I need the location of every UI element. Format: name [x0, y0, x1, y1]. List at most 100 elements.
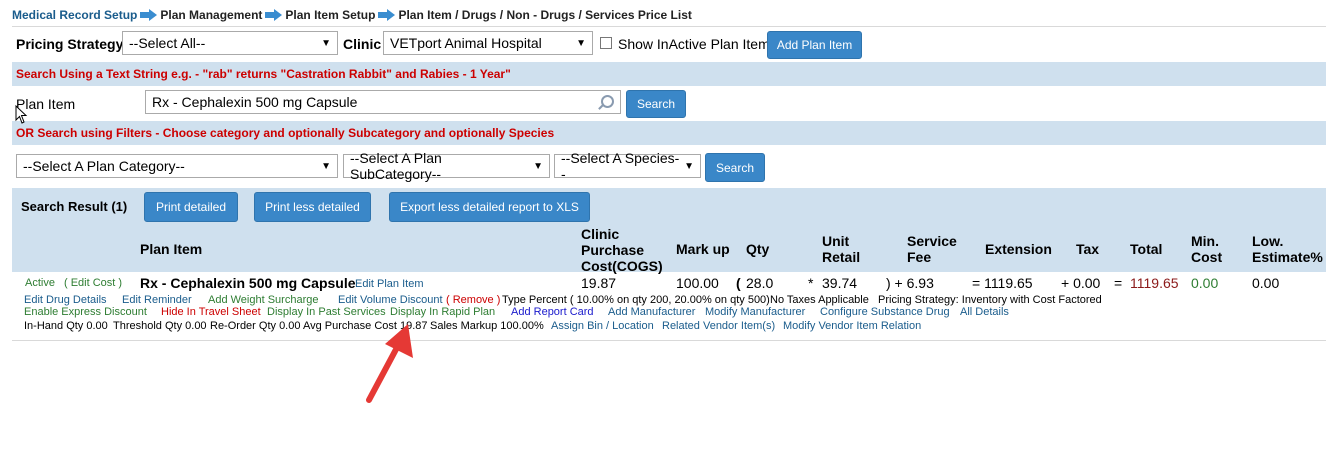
show-inactive-label: Show InActive Plan Item	[618, 36, 770, 52]
plan-item-name: Rx - Cephalexin 500 mg Capsule	[140, 275, 356, 291]
add-weight-surcharge-link[interactable]: Add Weight Surcharge	[208, 294, 318, 306]
qty-open-paren: (	[736, 275, 741, 291]
caret-down-icon: ▼	[576, 38, 586, 49]
enable-express-discount-link[interactable]: Enable Express Discount	[24, 306, 147, 318]
plan-category-select[interactable]: --Select A Plan Category-- ▼	[16, 154, 338, 178]
col-cogs: Clinic Purchase Cost(COGS)	[581, 226, 663, 274]
breadcrumb-medical-record-setup[interactable]: Medical Record Setup	[12, 8, 137, 22]
tax-value: + 0.00	[1061, 275, 1101, 291]
breadcrumb-current: Plan Item / Drugs / Non - Drugs / Servic…	[398, 8, 692, 22]
col-service-fee-line1: Service	[907, 233, 957, 249]
total-value: 1119.65	[1130, 275, 1179, 291]
display-in-rapid-plan-link[interactable]: Display In Rapid Plan	[390, 306, 495, 318]
edit-reminder-link[interactable]: Edit Reminder	[122, 294, 192, 306]
col-min-cost-line1: Min.	[1191, 233, 1219, 249]
plan-category-value: --Select A Plan Category--	[23, 158, 185, 174]
col-cogs-line3: Cost(COGS)	[581, 258, 663, 274]
markup-value: 100.00	[676, 275, 719, 291]
modify-manufacturer-link[interactable]: Modify Manufacturer	[705, 306, 805, 318]
filter-search-button[interactable]: Search	[705, 153, 765, 182]
in-hand-qty: In-Hand Qty 0.00	[24, 320, 108, 332]
col-extension: Extension	[985, 241, 1052, 257]
edit-volume-discount-link[interactable]: Edit Volume Discount	[338, 294, 443, 306]
caret-down-icon: ▼	[321, 161, 331, 172]
unit-retail-value: 39.74	[822, 275, 858, 291]
col-unit-retail-line1: Unit	[822, 233, 850, 249]
modify-vendor-item-relation-link[interactable]: Modify Vendor Item Relation	[783, 320, 921, 332]
col-low-estimate-line1: Low.	[1252, 233, 1284, 249]
times-sign: *	[808, 275, 814, 291]
related-vendor-items-link[interactable]: Related Vendor Item(s)	[662, 320, 775, 332]
qty-value: 28.0	[746, 275, 774, 291]
divider	[12, 340, 1326, 341]
plan-item-search-value: Rx - Cephalexin 500 mg Capsule	[152, 94, 358, 110]
breadcrumb: Medical Record Setup Plan Management Pla…	[12, 8, 692, 22]
pricing-strategy-text: Pricing Strategy: Inventory with Cost Fa…	[878, 294, 1102, 306]
divider	[12, 26, 1326, 27]
display-in-past-services-link[interactable]: Display In Past Services	[267, 306, 386, 318]
arrow-right-icon	[378, 9, 396, 21]
caret-down-icon: ▼	[684, 161, 694, 172]
mouse-cursor-icon	[15, 105, 28, 124]
type-percent-text: Type Percent ( 10.00% on qty 200, 20.00%…	[502, 294, 770, 306]
extension-value: = 1119.65	[972, 275, 1033, 291]
add-manufacturer-link[interactable]: Add Manufacturer	[608, 306, 695, 318]
print-less-detailed-button[interactable]: Print less detailed	[254, 192, 371, 222]
species-value: --Select A Species--	[561, 150, 680, 182]
pricing-strategy-select[interactable]: --Select All-- ▼	[122, 31, 338, 55]
pricing-strategy-label: Pricing Strategy	[16, 36, 124, 52]
search-icon[interactable]	[601, 95, 614, 108]
clinic-select[interactable]: VETport Animal Hospital ▼	[383, 31, 593, 55]
remove-discount-link[interactable]: ( Remove )	[446, 294, 500, 306]
text-search-hint: Search Using a Text String e.g. - "rab" …	[16, 67, 511, 81]
clinic-label: Clinic	[343, 36, 382, 52]
col-min-cost-line2: Cost	[1191, 249, 1223, 265]
sales-markup: Sales Markup 100.00%	[430, 320, 544, 332]
status-badge: Active	[25, 277, 55, 289]
col-qty: Qty	[746, 241, 770, 257]
low-estimate-value: 0.00	[1252, 275, 1280, 291]
plan-subcategory-select[interactable]: --Select A Plan SubCategory-- ▼	[343, 150, 550, 182]
edit-drug-details-link[interactable]: Edit Drug Details	[24, 294, 107, 306]
col-unit-retail: Unit Retail	[822, 233, 860, 265]
equals-sign: =	[1114, 275, 1123, 291]
col-markup: Mark up	[676, 241, 730, 257]
plan-subcategory-value: --Select A Plan SubCategory--	[350, 150, 442, 182]
no-taxes-text: No Taxes Applicable	[770, 294, 869, 306]
annotation-arrow-icon	[366, 324, 413, 403]
add-report-card-link[interactable]: Add Report Card	[511, 306, 594, 318]
arrow-right-icon	[140, 9, 158, 21]
edit-plan-item-link[interactable]: Edit Plan Item	[355, 278, 423, 290]
col-min-cost: Min. Cost	[1191, 233, 1222, 265]
assign-bin-location-link[interactable]: Assign Bin / Location	[551, 320, 654, 332]
breadcrumb-plan-management[interactable]: Plan Management	[160, 8, 262, 22]
pricing-strategy-value: --Select All--	[129, 35, 206, 51]
col-tax: Tax	[1076, 241, 1100, 257]
col-unit-retail-line2: Retail	[822, 249, 861, 265]
caret-down-icon: ▼	[533, 161, 543, 172]
configure-substance-drug-link[interactable]: Configure Substance Drug	[820, 306, 950, 318]
hide-in-travel-sheet-link[interactable]: Hide In Travel Sheet	[161, 306, 261, 318]
print-detailed-button[interactable]: Print detailed	[144, 192, 238, 222]
species-select[interactable]: --Select A Species-- ▼	[554, 150, 701, 182]
export-xls-button[interactable]: Export less detailed report to XLS	[389, 192, 590, 222]
search-button[interactable]: Search	[626, 90, 686, 118]
show-inactive-checkbox[interactable]	[600, 37, 612, 49]
plan-item-search-input[interactable]: Rx - Cephalexin 500 mg Capsule	[145, 90, 621, 114]
edit-cost-link[interactable]: ( Edit Cost )	[64, 277, 122, 289]
col-cogs-line1: Clinic	[581, 226, 620, 242]
threshold-qty: Threshold Qty 0.00	[113, 320, 207, 332]
col-total: Total	[1130, 241, 1163, 257]
col-low-estimate-line2: Estimate%	[1252, 249, 1323, 265]
col-service-fee-line2: Fee	[907, 249, 932, 265]
search-result-title: Search Result (1)	[21, 199, 128, 214]
cogs-value: 19.87	[581, 275, 617, 291]
min-cost-value: 0.00	[1191, 275, 1219, 291]
add-plan-item-button[interactable]: Add Plan Item	[767, 31, 862, 59]
arrow-right-icon	[265, 9, 283, 21]
all-details-link[interactable]: All Details	[960, 306, 1009, 318]
reorder-qty: Re-Order Qty 0.00	[210, 320, 301, 332]
col-cogs-line2: Purchase	[581, 242, 645, 258]
clinic-value: VETport Animal Hospital	[390, 35, 542, 51]
breadcrumb-plan-item-setup[interactable]: Plan Item Setup	[285, 8, 375, 22]
